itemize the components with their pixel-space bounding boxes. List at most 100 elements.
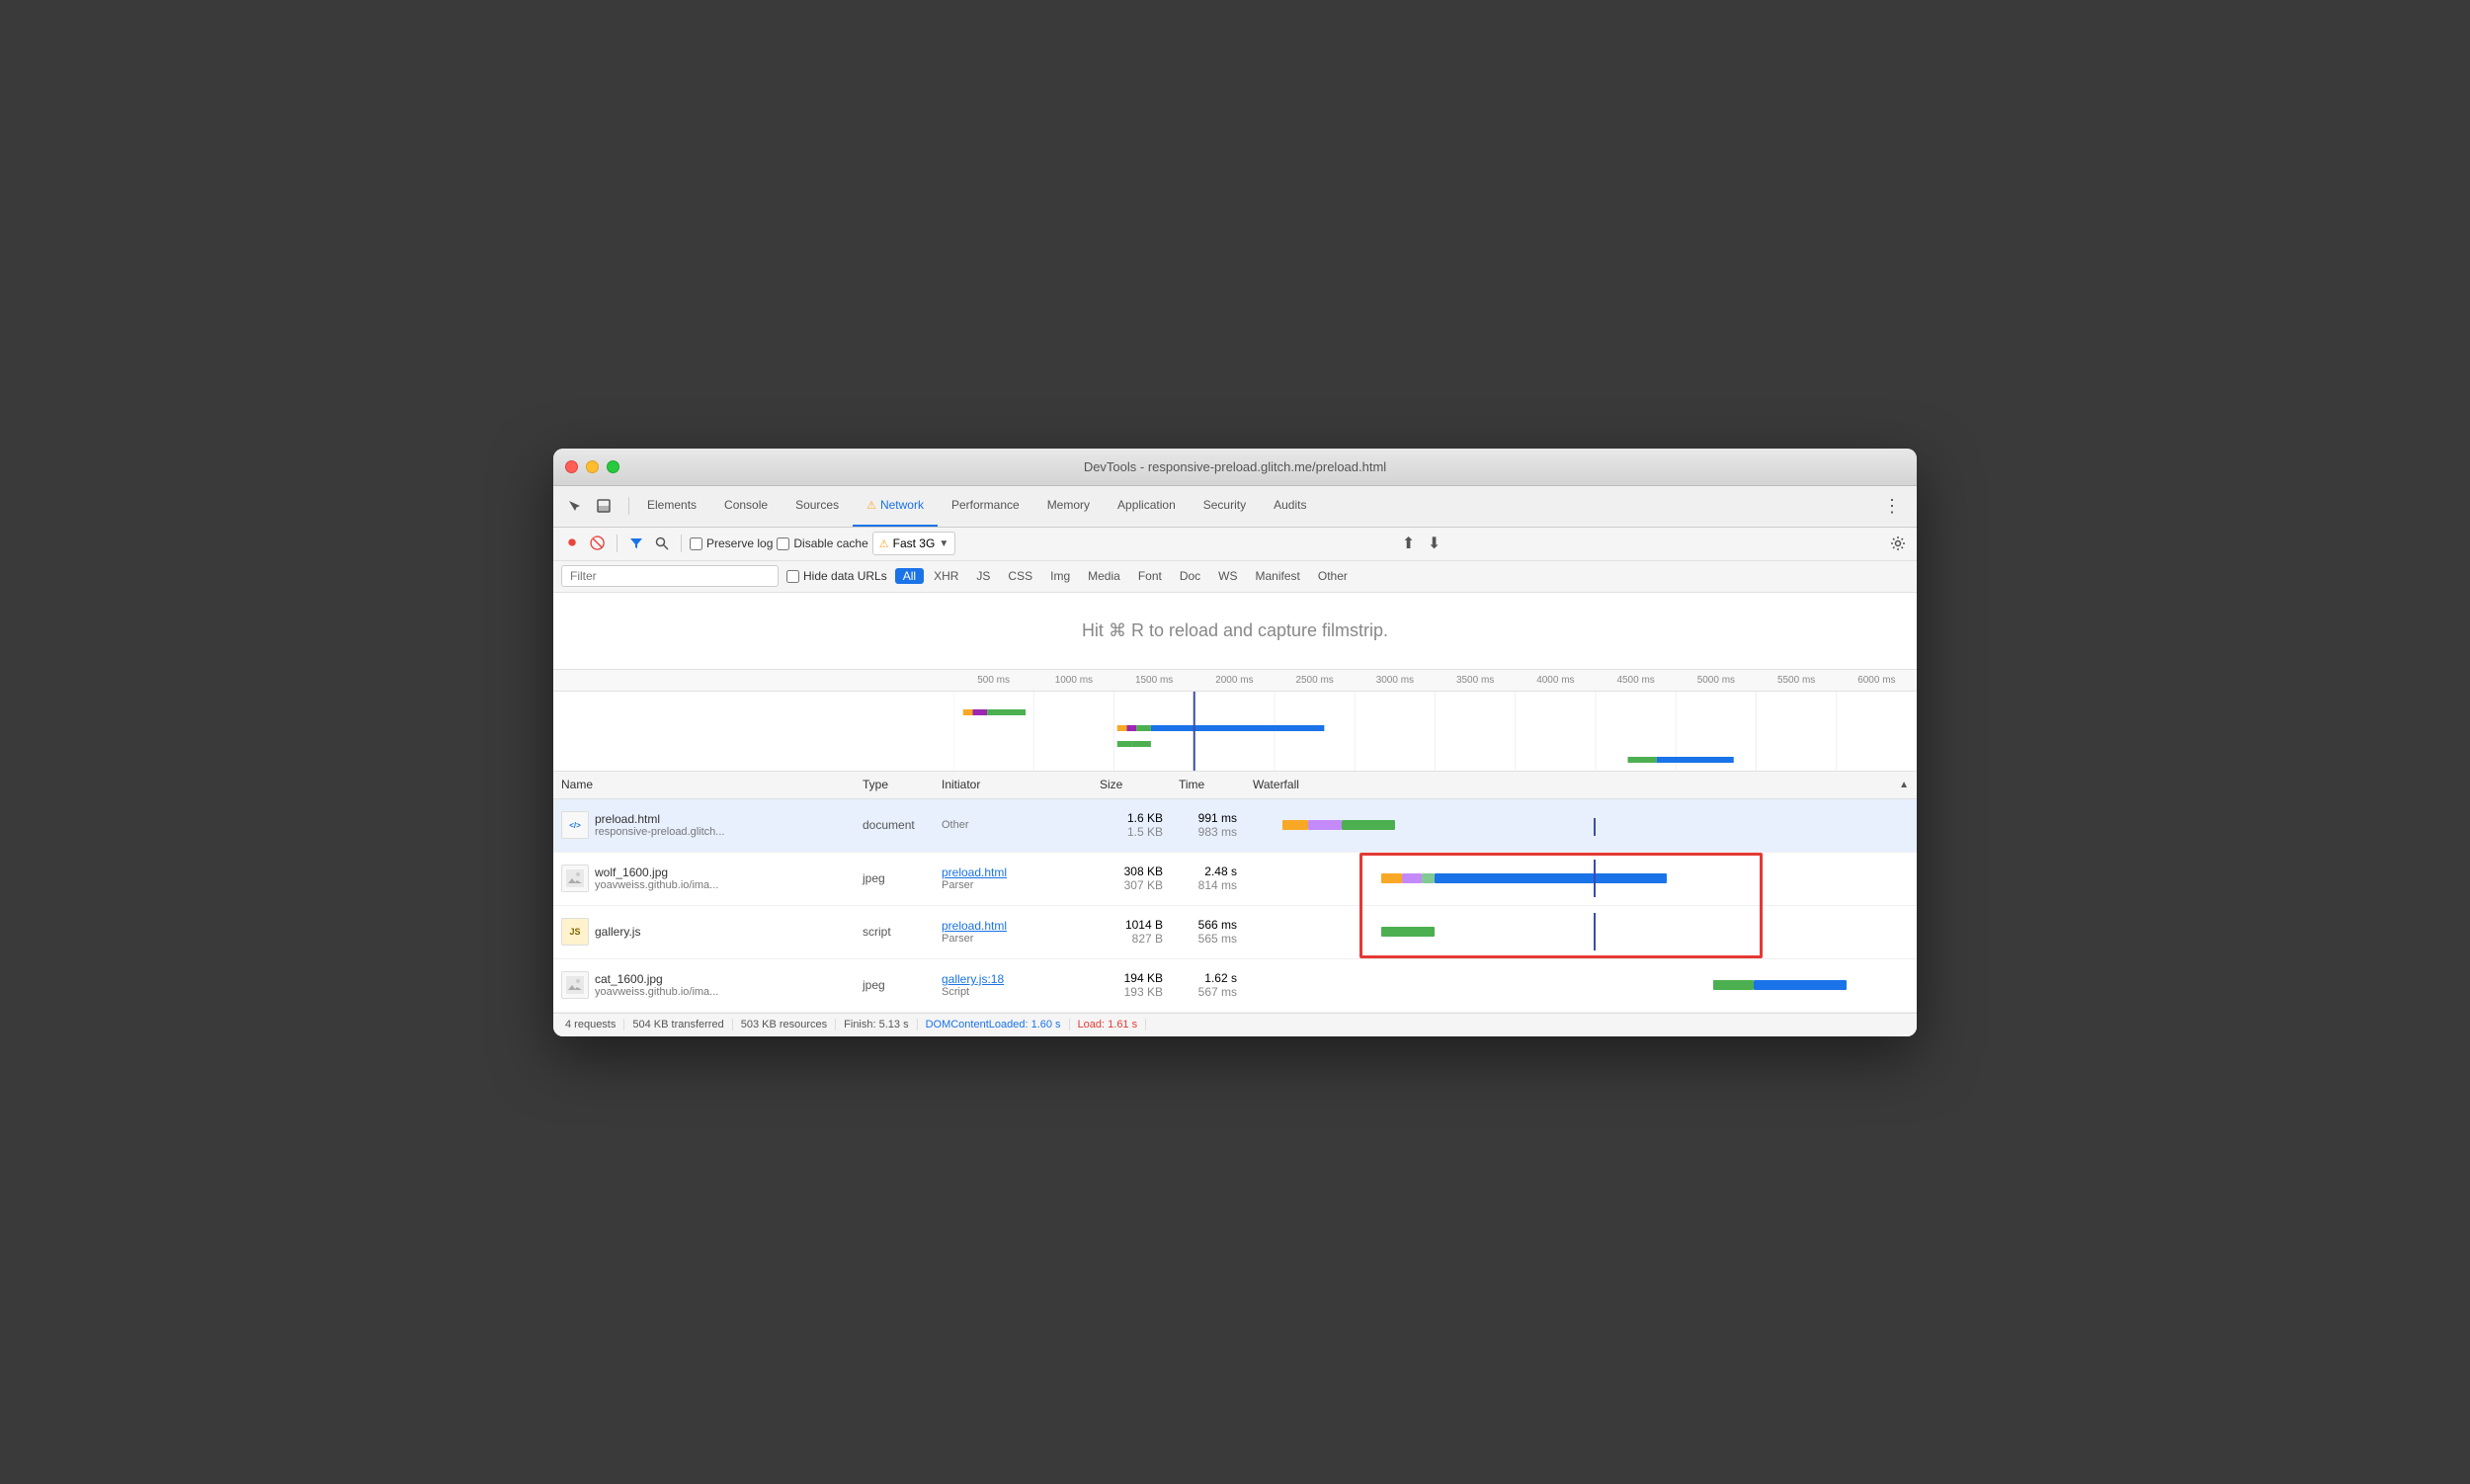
disable-cache-checkbox[interactable]: [777, 537, 789, 550]
filter-js[interactable]: JS: [968, 568, 998, 584]
filter-font[interactable]: Font: [1130, 568, 1170, 584]
row-waterfall-0: [1245, 799, 1917, 852]
window-title: DevTools - responsive-preload.glitch.me/…: [1084, 459, 1386, 474]
ruler-mark-10: 5500 ms: [1757, 675, 1837, 686]
row-url-1: yoavweiss.github.io/ima...: [595, 879, 718, 891]
filter-doc[interactable]: Doc: [1172, 568, 1208, 584]
throttle-select[interactable]: ⚠ Fast 3G ▼: [872, 532, 955, 555]
network-table: Name Type Initiator Size Time Waterfall …: [553, 772, 1917, 1013]
devtools-window: DevTools - responsive-preload.glitch.me/…: [553, 449, 1917, 1036]
tab-performance[interactable]: Performance: [938, 486, 1033, 527]
close-button[interactable]: [565, 460, 578, 473]
table-row[interactable]: JS gallery.js script preload.html Parser…: [553, 906, 1917, 959]
tab-memory[interactable]: Memory: [1033, 486, 1104, 527]
file-icon-img-1: [561, 865, 589, 892]
preserve-log-checkbox[interactable]: [690, 537, 702, 550]
filter-all[interactable]: All: [895, 568, 924, 584]
row-filename-3: cat_1600.jpg: [595, 972, 718, 986]
row-time-0: 991 ms 983 ms: [1171, 799, 1245, 852]
row-type-0: document: [855, 799, 934, 852]
row-time-2: 566 ms 565 ms: [1171, 906, 1245, 958]
record-button[interactable]: ⏺: [561, 533, 583, 554]
ruler-mark-5: 3000 ms: [1355, 675, 1435, 686]
col-header-name[interactable]: Name: [561, 778, 863, 791]
tab-console[interactable]: Console: [710, 486, 782, 527]
filter-ws[interactable]: WS: [1210, 568, 1245, 584]
tab-application[interactable]: Application: [1104, 486, 1190, 527]
timeline-ruler: 500 ms 1000 ms 1500 ms 2000 ms 2500 ms 3…: [553, 670, 1917, 692]
row-initiator-0: Other: [934, 799, 1092, 852]
table-row[interactable]: wolf_1600.jpg yoavweiss.github.io/ima...…: [553, 853, 1917, 906]
col-header-time[interactable]: Time: [1179, 778, 1253, 791]
tabs-container: Elements Console Sources Network Perform…: [633, 486, 1875, 527]
status-bar: 4 requests 504 KB transferred 503 KB res…: [553, 1013, 1917, 1036]
settings-icon[interactable]: [1887, 533, 1909, 554]
row-time-3: 1.62 s 567 ms: [1171, 959, 1245, 1012]
preserve-log-label[interactable]: Preserve log: [690, 536, 773, 550]
tab-icons: [561, 493, 617, 519]
ruler-mark-8: 4500 ms: [1596, 675, 1676, 686]
tab-security[interactable]: Security: [1190, 486, 1260, 527]
status-dom-content-loaded: DOMContentLoaded: 1.60 s: [918, 1019, 1070, 1031]
status-resources: 503 KB resources: [733, 1019, 836, 1031]
table-row[interactable]: cat_1600.jpg yoavweiss.github.io/ima... …: [553, 959, 1917, 1013]
ruler-mark-6: 3500 ms: [1436, 675, 1516, 686]
hide-data-urls-label[interactable]: Hide data URLs: [786, 569, 887, 583]
ruler-mark-11: 6000 ms: [1837, 675, 1917, 686]
filter-input[interactable]: [561, 565, 779, 587]
hide-data-urls-checkbox[interactable]: [786, 570, 799, 583]
filter-bar: Hide data URLs All XHR JS CSS Img Media …: [553, 561, 1917, 593]
ruler-marks: 500 ms 1000 ms 1500 ms 2000 ms 2500 ms 3…: [953, 675, 1917, 686]
filter-xhr[interactable]: XHR: [926, 568, 966, 584]
row-size-3: 194 KB 193 KB: [1092, 959, 1171, 1012]
row-url-0: responsive-preload.glitch...: [595, 826, 724, 838]
upload-icon[interactable]: ⬆: [1398, 533, 1420, 554]
tab-audits[interactable]: Audits: [1260, 486, 1320, 527]
row-url-3: yoavweiss.github.io/ima...: [595, 986, 718, 998]
traffic-lights: [565, 460, 619, 473]
filmstrip-area: Hit ⌘ R to reload and capture filmstrip.: [553, 593, 1917, 670]
download-icon[interactable]: ⬇: [1424, 533, 1445, 554]
ruler-mark-0: 500 ms: [953, 675, 1033, 686]
tab-network[interactable]: Network: [853, 486, 938, 527]
filmstrip-message: Hit ⌘ R to reload and capture filmstrip.: [1082, 620, 1388, 640]
filter-icon[interactable]: [625, 533, 647, 554]
row-filename-0: preload.html: [595, 812, 724, 826]
ruler-mark-4: 2500 ms: [1275, 675, 1355, 686]
tab-elements[interactable]: Elements: [633, 486, 710, 527]
tab-sources[interactable]: Sources: [782, 486, 853, 527]
sort-icon: ▲: [1899, 780, 1909, 790]
search-icon[interactable]: [651, 533, 673, 554]
col-header-type[interactable]: Type: [863, 778, 942, 791]
more-tabs-icon[interactable]: ⋮: [1875, 496, 1909, 517]
status-requests: 4 requests: [565, 1019, 624, 1031]
col-header-size[interactable]: Size: [1100, 778, 1179, 791]
file-icon-html: </>: [561, 811, 589, 839]
filter-other[interactable]: Other: [1310, 568, 1356, 584]
col-header-initiator[interactable]: Initiator: [942, 778, 1100, 791]
row-waterfall-1: [1245, 853, 1917, 905]
ruler-mark-1: 1000 ms: [1033, 675, 1113, 686]
col-header-waterfall[interactable]: Waterfall ▲: [1253, 778, 1909, 791]
row-name-0: </> preload.html responsive-preload.glit…: [553, 799, 855, 852]
row-waterfall-2: [1245, 906, 1917, 958]
row-filename-2: gallery.js: [595, 925, 640, 939]
filter-css[interactable]: CSS: [1000, 568, 1040, 584]
table-row[interactable]: </> preload.html responsive-preload.glit…: [553, 799, 1917, 853]
filter-img[interactable]: Img: [1042, 568, 1078, 584]
row-name-3: cat_1600.jpg yoavweiss.github.io/ima...: [553, 959, 855, 1012]
filter-media[interactable]: Media: [1080, 568, 1128, 584]
row-initiator-3: gallery.js:18 Script: [934, 959, 1092, 1012]
disable-cache-label[interactable]: Disable cache: [777, 536, 867, 550]
row-time-1: 2.48 s 814 ms: [1171, 853, 1245, 905]
row-name-1: wolf_1600.jpg yoavweiss.github.io/ima...: [553, 853, 855, 905]
cursor-icon[interactable]: [561, 493, 587, 519]
row-name-2: JS gallery.js: [553, 906, 855, 958]
dock-icon[interactable]: [591, 493, 617, 519]
minimize-button[interactable]: [586, 460, 599, 473]
maximize-button[interactable]: [607, 460, 619, 473]
clear-button[interactable]: 🚫: [587, 533, 609, 554]
filter-manifest[interactable]: Manifest: [1248, 568, 1308, 584]
file-icon-js: JS: [561, 918, 589, 946]
row-size-0: 1.6 KB 1.5 KB: [1092, 799, 1171, 852]
